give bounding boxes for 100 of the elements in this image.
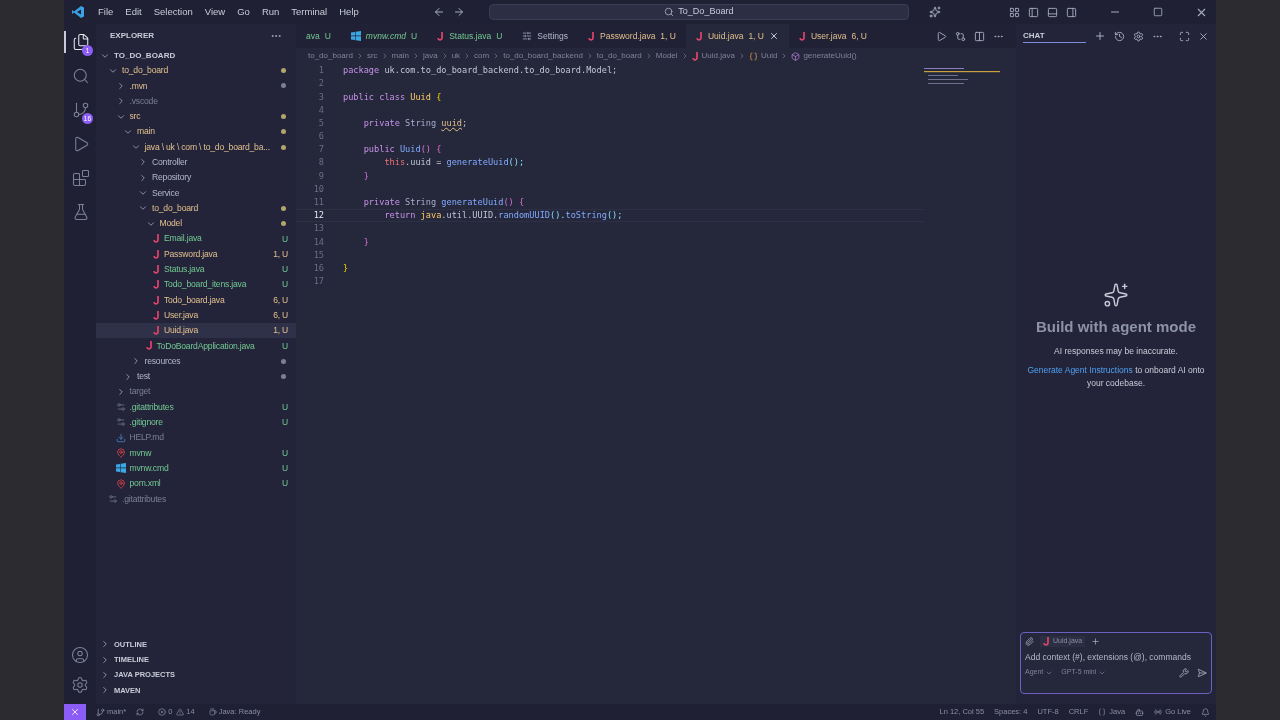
compare-icon[interactable]	[955, 30, 966, 42]
braces-icon[interactable]	[1098, 708, 1107, 716]
item-label: java \ uk \ com \ to_do_board_ba...	[144, 140, 270, 154]
folder-row[interactable]: Controller	[96, 154, 296, 171]
item-label: ToDoBoardApplication.java	[156, 339, 255, 353]
breadcrumb[interactable]: Uuid.java	[701, 50, 735, 62]
folder-row[interactable]: Model	[96, 215, 296, 232]
menu-item[interactable]: Help	[333, 4, 365, 20]
breadcrumb[interactable]: Uuid	[760, 50, 778, 62]
split-icon[interactable]	[974, 30, 985, 42]
cup-icon[interactable]	[208, 708, 217, 716]
file-row[interactable]: Email.java U	[96, 231, 296, 247]
bot-icon[interactable]	[1135, 707, 1145, 717]
breadcrumb[interactable]: Model	[655, 50, 678, 62]
chat-input-field[interactable]: Add context (#), extensions (@), commands	[1025, 650, 1207, 664]
folder-row[interactable]: resources	[96, 353, 296, 369]
editor-tab[interactable]: Uuid.java 1, U	[685, 24, 789, 48]
panel-bottom-icon[interactable]	[1047, 6, 1058, 18]
broadcast-icon[interactable]	[1154, 708, 1163, 716]
breadcrumb[interactable]: com	[474, 50, 490, 62]
run-icon[interactable]	[936, 30, 947, 42]
root-folder-label[interactable]: TO_DO_BOARD	[114, 49, 176, 62]
menu-item[interactable]: Terminal	[285, 4, 334, 20]
add-icon[interactable]	[1091, 636, 1101, 646]
chevron-right-icon[interactable]	[100, 685, 110, 696]
settings-icon[interactable]	[1133, 30, 1144, 42]
file-row[interactable]: .gitattributes U	[96, 399, 296, 415]
search-field[interactable]: To_Do_Board	[488, 4, 909, 20]
tools-icon[interactable]	[1179, 667, 1189, 678]
panel-right-icon[interactable]	[1066, 6, 1077, 18]
breadcrumb[interactable]: to_do_board	[596, 50, 642, 62]
folder-row[interactable]: to_do_board	[96, 200, 296, 216]
folder-row[interactable]: main	[96, 124, 296, 140]
file-row[interactable]: pom.xml U	[96, 476, 296, 492]
breadcrumb[interactable]: to_do_board_backend	[503, 50, 583, 62]
breadcrumb[interactable]: java	[422, 50, 438, 62]
paperclip-icon[interactable]	[1025, 636, 1034, 646]
breadcrumb[interactable]: main	[391, 50, 409, 62]
chevron-right-icon[interactable]	[100, 654, 110, 665]
menu-item[interactable]: Selection	[147, 4, 199, 20]
file-row[interactable]: Todo_board.java 6, U	[96, 292, 296, 308]
close-icon[interactable]	[1198, 30, 1209, 42]
menu-item[interactable]: Edit	[119, 4, 148, 20]
pin-icon	[115, 478, 126, 489]
settings-icon[interactable]	[71, 676, 89, 694]
folder-row[interactable]: Service	[96, 185, 296, 201]
maximize-icon[interactable]	[1179, 30, 1190, 42]
history-icon[interactable]	[1114, 30, 1125, 42]
account-icon[interactable]	[71, 646, 89, 664]
file-row[interactable]: mvnw U	[96, 445, 296, 461]
bell-icon[interactable]	[1201, 707, 1210, 717]
warning-icon[interactable]	[176, 708, 185, 716]
folder-row[interactable]: test	[96, 368, 296, 385]
error-icon[interactable]	[158, 708, 167, 716]
folder-row[interactable]: java \ uk \ com \ to_do_board_ba...	[96, 139, 296, 155]
panel-left-icon[interactable]	[1028, 6, 1039, 18]
breadcrumb[interactable]: generateUuid()	[803, 50, 857, 62]
layout-icon[interactable]	[1009, 6, 1020, 18]
breadcrumb[interactable]: uk	[451, 50, 461, 62]
close-tab-icon[interactable]	[769, 31, 779, 41]
forward-icon[interactable]	[452, 6, 465, 18]
back-icon[interactable]	[432, 6, 445, 18]
folder-row[interactable]: to_do_board	[96, 63, 296, 79]
file-row[interactable]: Password.java 1, U	[96, 246, 296, 262]
new-chat-icon[interactable]	[1094, 30, 1106, 42]
download-icon	[115, 432, 126, 443]
file-row[interactable]: Uuid.java 1, U	[96, 323, 296, 339]
send-icon[interactable]	[1197, 667, 1207, 678]
menu-item[interactable]: File	[92, 4, 120, 20]
file-row[interactable]: .gitattributes	[96, 491, 296, 507]
branch-icon[interactable]	[96, 707, 105, 717]
instructions-text: Generate Agent Instructions to onboard AI onto your codebase.	[1026, 364, 1206, 391]
folder-row[interactable]: .vscode	[96, 93, 296, 109]
agent-instructions-link[interactable]: Generate Agent Instructions	[1027, 365, 1133, 376]
breadcrumb[interactable]: src	[366, 50, 378, 62]
chevron-right-icon[interactable]	[100, 639, 110, 650]
menu-item[interactable]: Go	[231, 4, 256, 20]
sparkle-icon[interactable]	[928, 6, 941, 18]
folder-row[interactable]: target	[96, 384, 296, 400]
file-row[interactable]: Status.java U	[96, 261, 296, 278]
file-row[interactable]: ToDoBoardApplication.java U	[96, 338, 296, 354]
code-line: public class Uuid {	[343, 90, 442, 104]
file-row[interactable]: mvnw.cmd U	[96, 460, 296, 476]
file-row[interactable]: .gitignore U	[96, 414, 296, 431]
panel-title-tab[interactable]: CHAT	[1023, 29, 1086, 43]
menu-item[interactable]: Run	[255, 4, 286, 20]
tab-label: Uuid.java	[707, 29, 744, 43]
folder-row[interactable]: src	[96, 108, 296, 125]
maximize-icon[interactable]	[1153, 7, 1163, 17]
file-row[interactable]: Todo_board_itens.java U	[96, 277, 296, 293]
file-row[interactable]: HELP.md	[96, 430, 296, 446]
remote-button[interactable]	[64, 704, 86, 720]
folder-row[interactable]: Repository	[96, 170, 296, 186]
breadcrumb[interactable]: to_do_board	[308, 50, 353, 62]
sync-icon[interactable]	[136, 708, 145, 716]
menu-item[interactable]: View	[198, 4, 232, 20]
folder-row[interactable]: .mvn	[96, 78, 296, 94]
chevron-right-icon[interactable]	[100, 670, 110, 681]
file-row[interactable]: User.java 6, U	[96, 307, 296, 324]
line-number: 10	[312, 182, 325, 196]
